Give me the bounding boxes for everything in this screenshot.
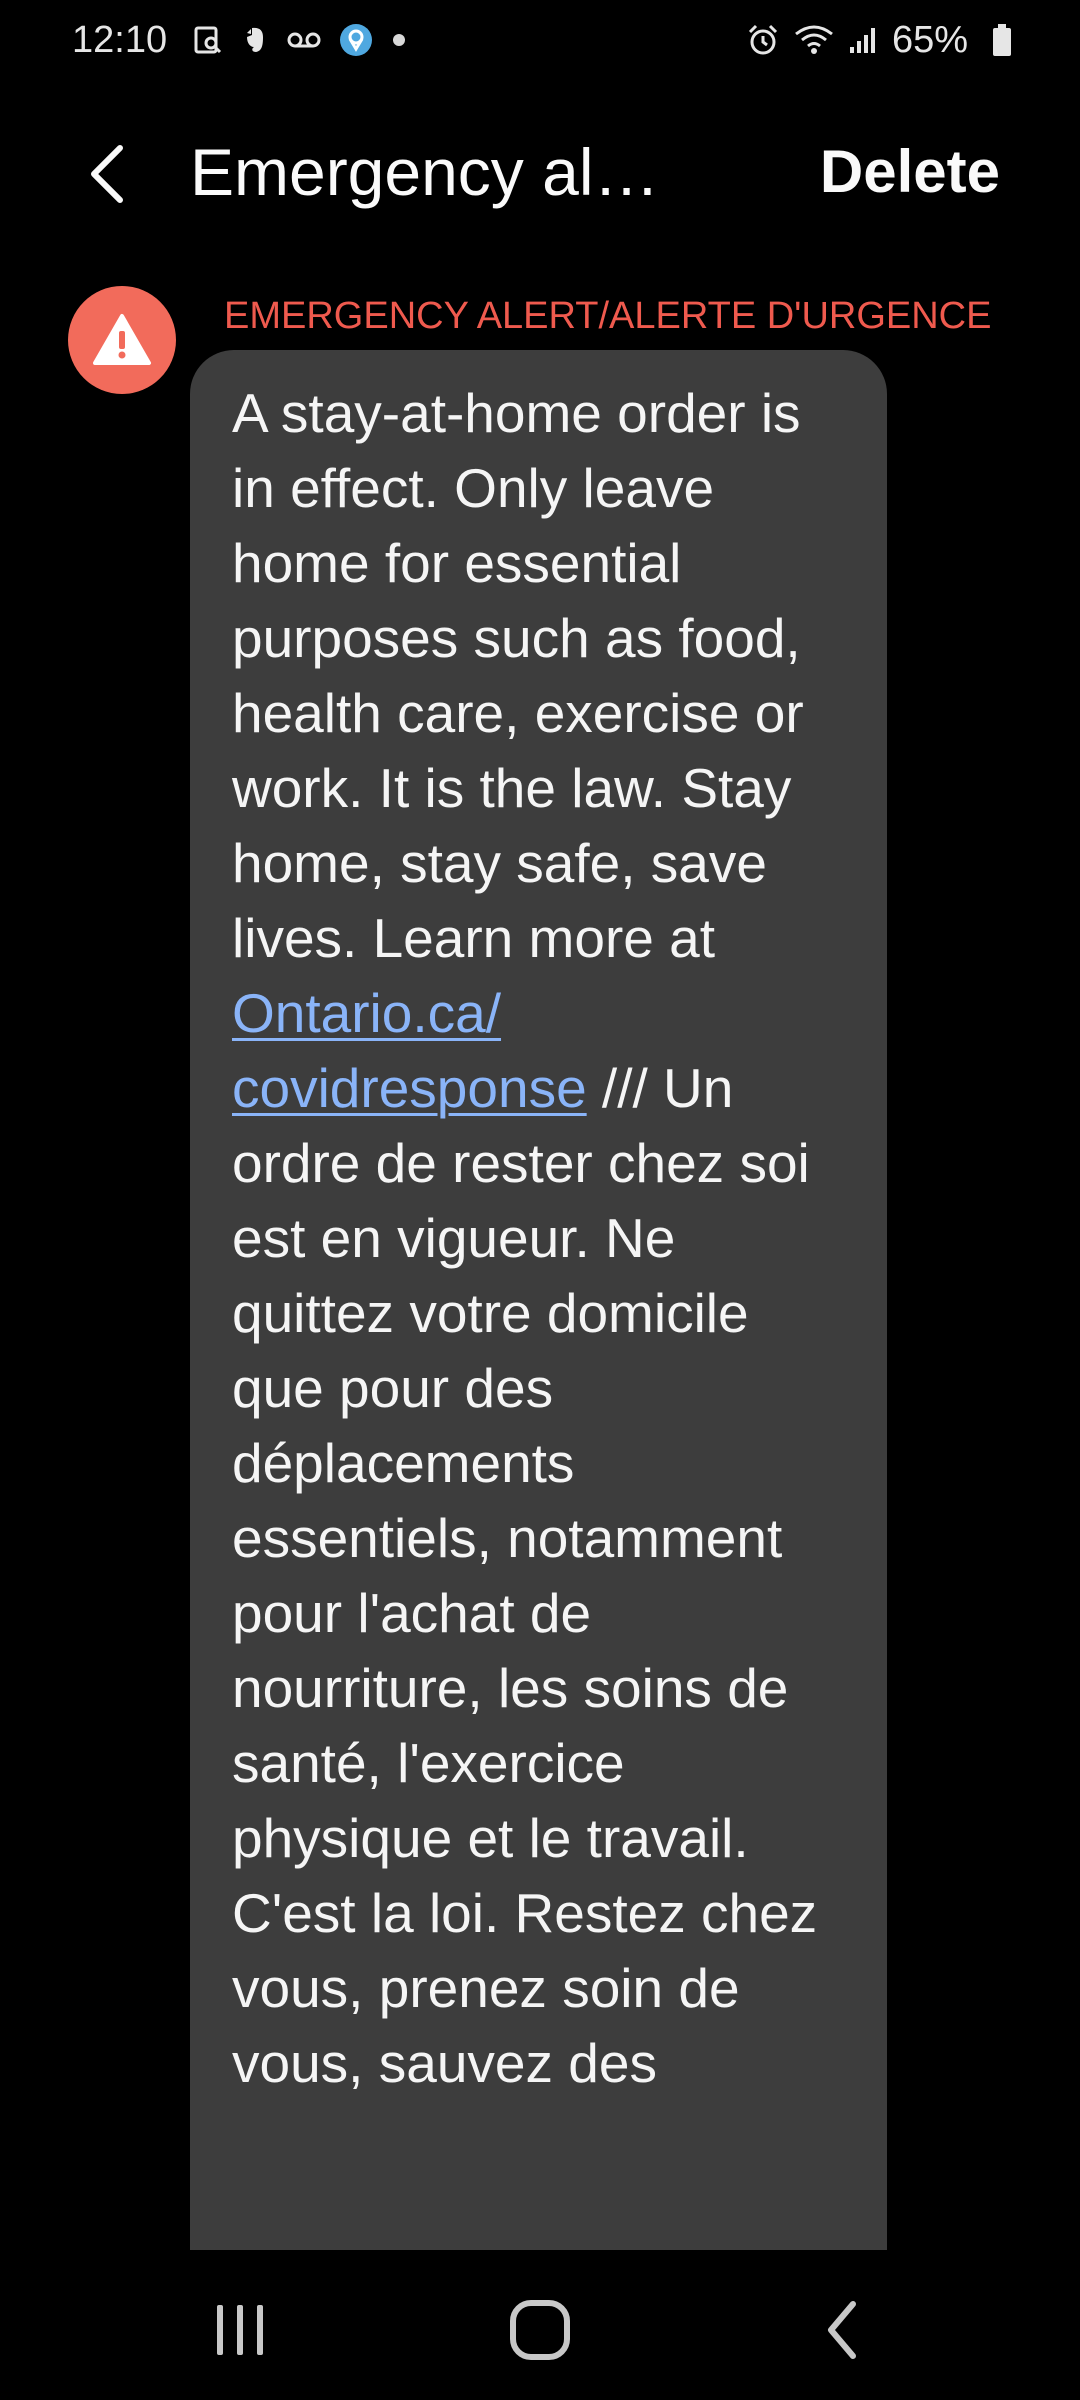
back-nav-icon (828, 2301, 856, 2359)
location-app-icon (339, 23, 373, 57)
recent-apps-icon (217, 2305, 263, 2355)
delete-button[interactable]: Delete (820, 132, 1000, 212)
page-title: Emergency alerts (190, 135, 670, 209)
app-bar: Emergency alerts Delete (0, 110, 1080, 234)
status-right: 65% (732, 19, 1012, 62)
sender-avatar[interactable] (68, 286, 176, 394)
navigation-bar (0, 2250, 1080, 2400)
screenshot-icon (193, 25, 223, 55)
alarm-icon (746, 23, 780, 57)
more-notifications-dot-icon (391, 32, 407, 48)
wifi-icon (794, 24, 834, 56)
chevron-left-icon (91, 145, 123, 203)
status-bar: 12:10 65% (0, 0, 1080, 80)
battery-percent: 65% (891, 18, 968, 61)
message-bubble[interactable]: A stay-at-home order is in effect. Only … (190, 350, 887, 2250)
status-time: 12:10 (72, 18, 168, 61)
sender-label: EMERGENCY ALERT/ALERTE D'URGENCE (224, 295, 992, 337)
signal-icon (848, 25, 878, 55)
status-left: 12:10 (72, 19, 425, 62)
evernote-icon (241, 25, 269, 55)
message-text-part-1: A stay-at-home order is in effect. Only … (232, 382, 804, 969)
home-button[interactable] (480, 2290, 600, 2370)
battery-icon (992, 23, 1012, 57)
message-text: A stay-at-home order is in effect. Only … (232, 376, 843, 2101)
warning-icon (93, 314, 151, 365)
back-nav-button[interactable] (783, 2290, 903, 2370)
message-text-part-2: /// Un ordre de rester chez soi est en v… (232, 1057, 818, 2094)
recent-apps-button[interactable] (180, 2290, 300, 2370)
voicemail-icon (287, 30, 321, 50)
back-button[interactable] (68, 136, 144, 212)
message-link[interactable]: Ontario.ca/ covidresponse (232, 982, 587, 1119)
home-icon (510, 2300, 570, 2360)
